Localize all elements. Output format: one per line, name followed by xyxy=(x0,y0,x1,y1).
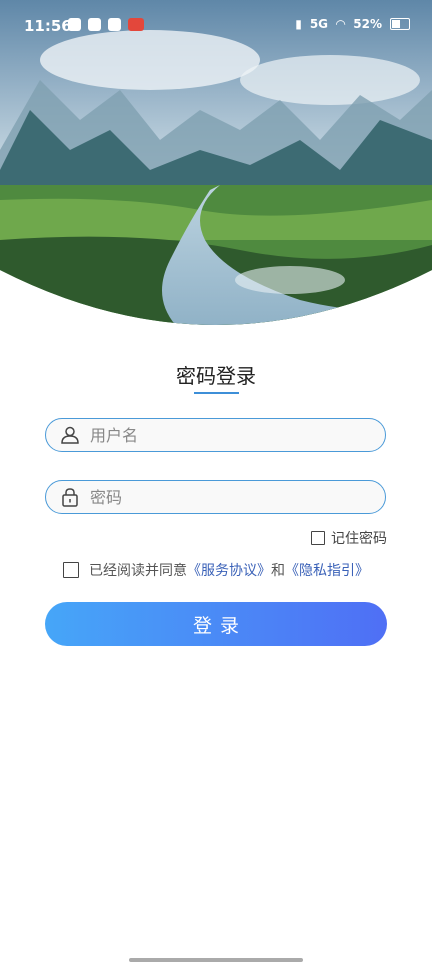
app-icon xyxy=(88,18,101,31)
status-bar: 11:56 ▮ 5G ◠ 52% xyxy=(0,0,432,50)
user-icon xyxy=(61,426,79,444)
news-icon xyxy=(128,18,144,31)
status-right: ▮ 5G ◠ 52% xyxy=(295,17,410,31)
remember-password[interactable]: 记住密码 xyxy=(311,528,387,548)
agreement-row: 已经阅读并同意 《服务协议》 和 《隐私指引》 xyxy=(63,560,369,580)
password-field[interactable] xyxy=(45,480,386,514)
agreement-and: 和 xyxy=(271,563,285,579)
remember-label: 记住密码 xyxy=(331,531,387,547)
battery-icon xyxy=(390,18,410,30)
network-label: 5G xyxy=(309,17,329,31)
home-indicator xyxy=(129,958,303,962)
privacy-policy-link[interactable]: 《隐私指引》 xyxy=(285,560,369,580)
battery-label: 52% xyxy=(353,17,382,31)
tiktok-icon xyxy=(68,18,81,31)
title-underline xyxy=(194,392,239,394)
agreement-prefix: 已经阅读并同意 xyxy=(89,563,187,579)
signal-icon: ▮ xyxy=(295,17,302,31)
username-input[interactable] xyxy=(88,424,352,446)
service-agreement-link[interactable]: 《服务协议》 xyxy=(187,560,271,580)
remember-checkbox[interactable] xyxy=(311,531,325,545)
wifi-icon: ◠ xyxy=(336,17,346,31)
crown-icon xyxy=(108,18,121,31)
login-button[interactable]: 登录 xyxy=(45,602,387,646)
username-field[interactable] xyxy=(45,418,386,452)
status-app-icons xyxy=(68,18,144,31)
lock-icon xyxy=(62,488,78,507)
page-title: 密码登录 xyxy=(176,364,256,388)
agreement-checkbox[interactable] xyxy=(63,562,79,578)
status-time: 11:56 xyxy=(24,17,72,35)
password-input[interactable] xyxy=(88,486,352,508)
